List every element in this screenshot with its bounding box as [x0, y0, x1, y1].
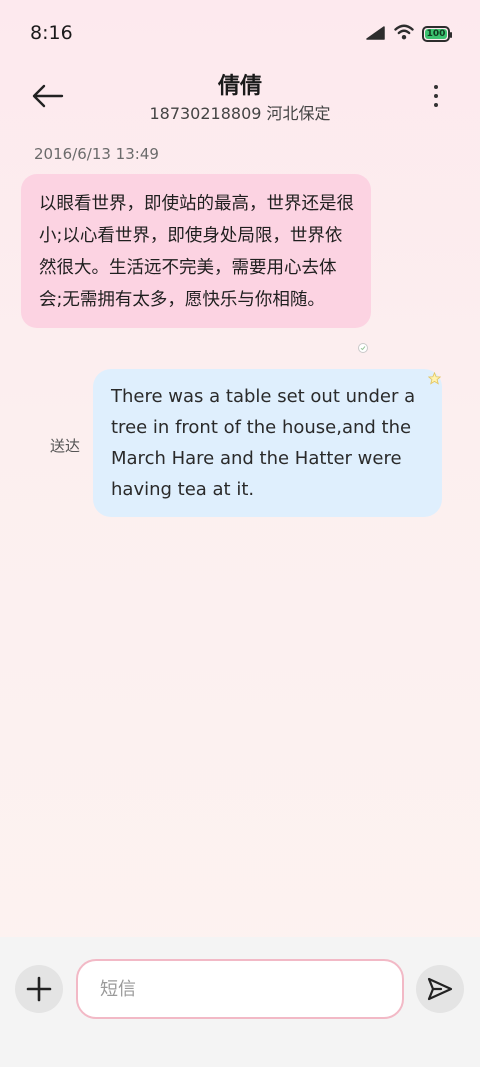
add-attachment-button[interactable] — [15, 965, 63, 1013]
incoming-message-text: 以眼看世界，即使站的最高，世界还是很小;以心看世界，即使身处局限，世界依然很大。… — [39, 194, 354, 310]
star-icon — [427, 370, 442, 389]
wifi-icon — [394, 24, 414, 44]
contact-subtitle: 18730218809 河北保定 — [149, 104, 331, 123]
plus-icon — [26, 976, 52, 1002]
status-bar: 8:16 100 — [0, 0, 480, 64]
outgoing-message-bubble[interactable]: There was a table set out under a tree i… — [93, 369, 442, 517]
signal-icon — [366, 25, 386, 44]
sms-input[interactable] — [76, 959, 404, 1019]
status-icons: 100 — [366, 24, 452, 44]
outgoing-message-text: There was a table set out under a tree i… — [111, 386, 416, 500]
incoming-message-bubble[interactable]: 以眼看世界，即使站的最高，世界还是很小;以心看世界，即使身处局限，世界依然很大。… — [21, 174, 371, 328]
battery-level: 100 — [426, 29, 446, 39]
message-input-bar — [0, 937, 480, 1067]
more-vertical-icon — [434, 85, 438, 89]
delivery-status: 送达 — [50, 437, 81, 455]
contact-name: 倩倩 — [217, 74, 262, 99]
message-timestamp: 2016/6/13 13:49 — [34, 145, 159, 163]
more-options-button[interactable] — [424, 78, 448, 114]
send-icon — [427, 977, 453, 1001]
battery-icon: 100 — [422, 26, 452, 42]
conversation-header: 倩倩 18730218809 河北保定 — [0, 64, 480, 128]
send-button[interactable] — [416, 965, 464, 1013]
bubble-decoration-icon — [357, 339, 369, 358]
status-time: 8:16 — [30, 22, 73, 44]
